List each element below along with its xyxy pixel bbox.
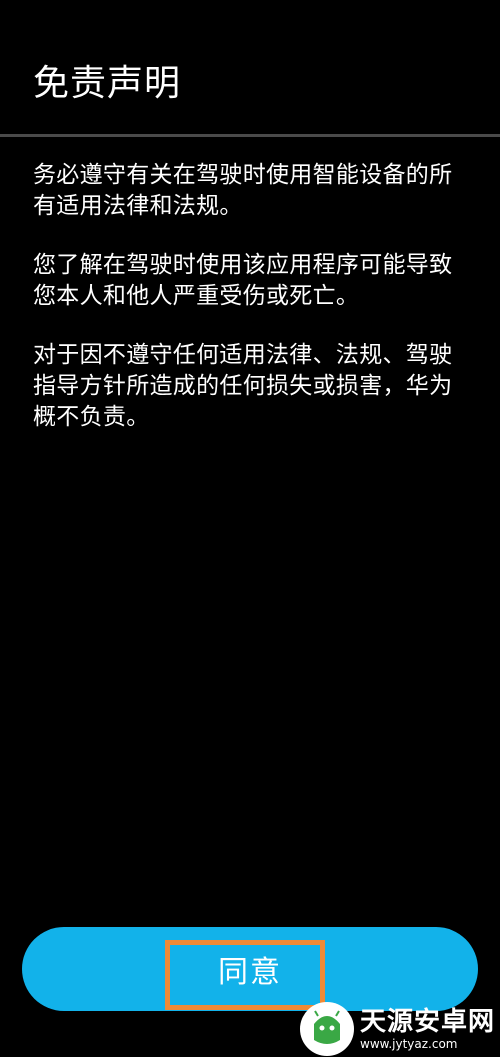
watermark-logo-icon [300, 1001, 354, 1056]
header: 免责声明 [0, 0, 500, 137]
watermark-text: 天源安卓网 www.jytyaz.com [360, 1007, 495, 1051]
agree-button[interactable]: 同意 [22, 927, 478, 1011]
disclaimer-screen: 免责声明 务必遵守有关在驾驶时使用智能设备的所有适用法律和法规。 您了解在驾驶时… [0, 0, 500, 1057]
disclaimer-paragraph-3: 对于因不遵守任何适用法律、法规、驾驶指导方针所造成的任何损失或损害，华为概不负责… [33, 342, 453, 430]
disclaimer-paragraph-1: 务必遵守有关在驾驶时使用智能设备的所有适用法律和法规。 [33, 162, 453, 219]
page-title: 免责声明 [33, 63, 182, 104]
header-divider [0, 134, 500, 137]
watermark: 天源安卓网 www.jytyaz.com [300, 1000, 500, 1057]
disclaimer-content: 务必遵守有关在驾驶时使用智能设备的所有适用法律和法规。 您了解在驾驶时使用该应用… [33, 160, 473, 461]
watermark-title: 天源安卓网 [360, 1006, 496, 1037]
agree-button-label: 同意 [218, 955, 282, 990]
disclaimer-paragraph-2: 您了解在驾驶时使用该应用程序可能导致您本人和他人严重受伤或死亡。 [33, 252, 453, 309]
watermark-url: www.jytyaz.com [360, 1036, 458, 1051]
